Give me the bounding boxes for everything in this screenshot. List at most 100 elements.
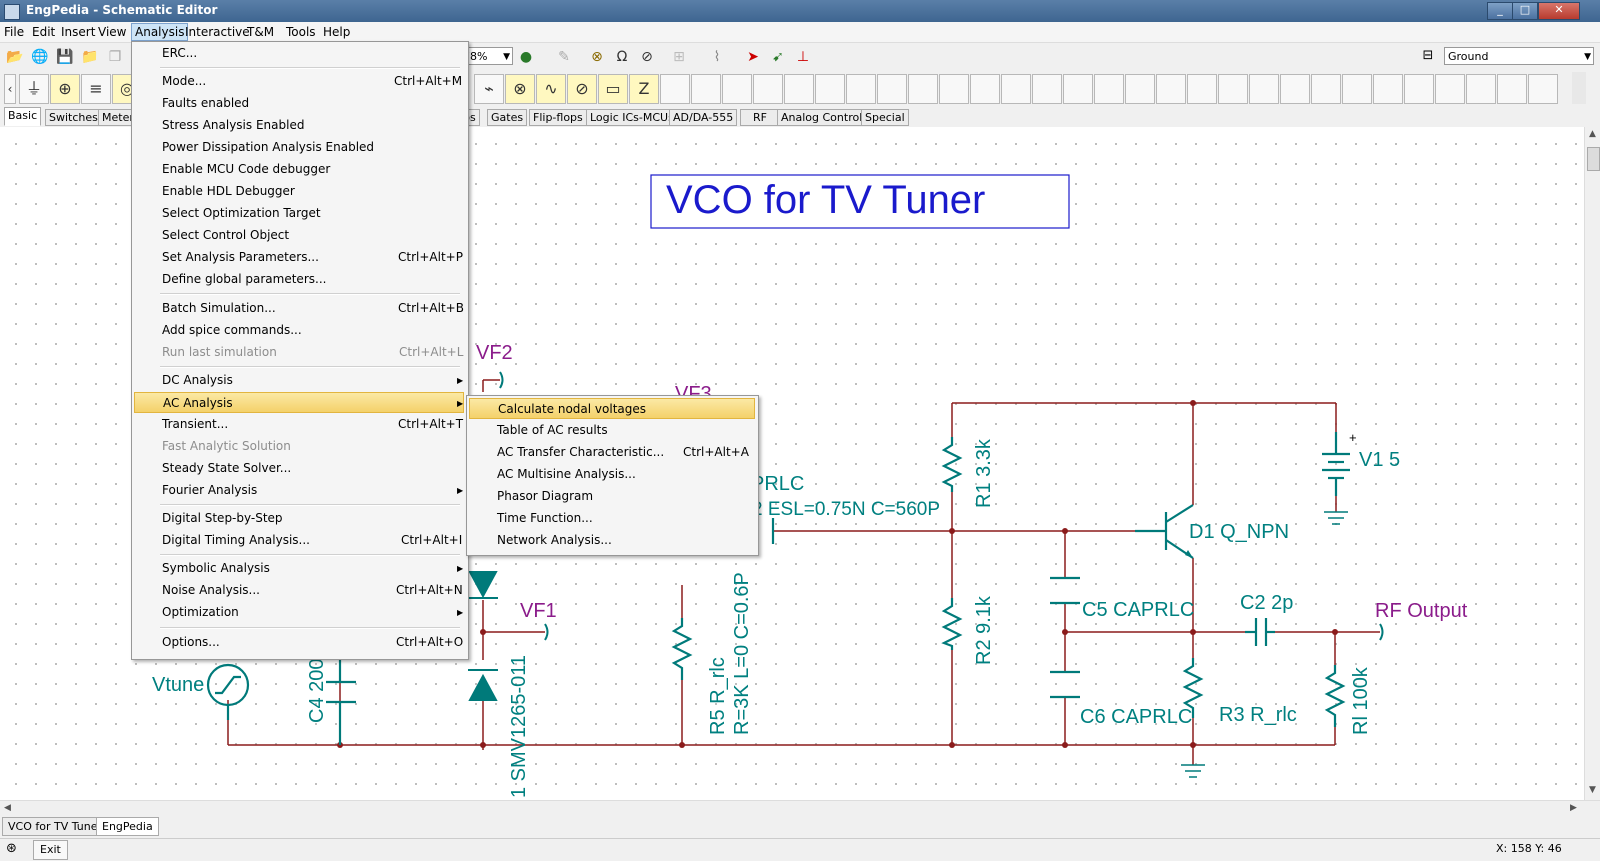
- tab-analog-control[interactable]: Analog Control: [777, 109, 867, 126]
- menu-hdl-debugger[interactable]: Enable HDL Debugger: [134, 181, 464, 202]
- trace-icon[interactable]: ➹: [767, 46, 789, 68]
- submenu-multisine[interactable]: AC Multisine Analysis...: [469, 464, 755, 485]
- battery-component-icon[interactable]: ≡: [81, 74, 111, 104]
- sine-source-icon[interactable]: ∿: [536, 74, 566, 104]
- palette-empty-5[interactable]: [784, 74, 814, 104]
- menu-noise[interactable]: Noise Analysis... Ctrl+Alt+N: [134, 580, 464, 601]
- pen-icon[interactable]: ✎: [553, 46, 575, 68]
- palette-empty-25[interactable]: [1404, 74, 1434, 104]
- scroll-up-icon[interactable]: ▲: [1589, 129, 1596, 139]
- menu-batch-simulation[interactable]: Batch Simulation... Ctrl+Alt+B: [134, 298, 464, 319]
- horizontal-scrollbar[interactable]: ◀ ▶: [0, 800, 1600, 817]
- menu-stress-analysis[interactable]: Stress Analysis Enabled: [134, 115, 464, 136]
- voltmeter-icon[interactable]: ⊗: [586, 46, 608, 68]
- grid-icon[interactable]: ⊞: [668, 46, 690, 68]
- scroll-thumb[interactable]: [1587, 147, 1600, 171]
- palette-empty-2[interactable]: [691, 74, 721, 104]
- doc-tab-engpedia[interactable]: EngPedia: [96, 817, 159, 836]
- palette-empty-14[interactable]: [1063, 74, 1093, 104]
- scroll-left-icon[interactable]: ◀: [4, 803, 11, 813]
- menu-faults-enabled[interactable]: Faults enabled: [134, 93, 464, 114]
- menu-dc-analysis[interactable]: DC Analysis ▶: [134, 370, 464, 391]
- submenu-phasor[interactable]: Phasor Diagram: [469, 486, 755, 507]
- menu-help[interactable]: Help: [320, 24, 353, 40]
- probe-icon[interactable]: ⊘: [636, 46, 658, 68]
- palette-empty-4[interactable]: [753, 74, 783, 104]
- tab-logic-ics[interactable]: Logic ICs-MCUs: [586, 109, 678, 126]
- tab-gates[interactable]: Gates: [487, 109, 528, 126]
- palette-empty-20[interactable]: [1249, 74, 1279, 104]
- status-icon[interactable]: ⊛: [6, 841, 17, 856]
- palette-empty-7[interactable]: [846, 74, 876, 104]
- menu-tm[interactable]: T&M: [244, 24, 277, 40]
- menu-transient[interactable]: Transient... Ctrl+Alt+T: [134, 414, 464, 435]
- menu-view[interactable]: View: [95, 24, 129, 40]
- palette-empty-13[interactable]: [1032, 74, 1062, 104]
- submenu-calculate-nodal[interactable]: Calculate nodal voltages: [469, 398, 755, 419]
- web-icon[interactable]: 🌐: [29, 46, 51, 68]
- palette-empty-19[interactable]: [1218, 74, 1248, 104]
- palette-empty-1[interactable]: [660, 74, 690, 104]
- menu-mcu-debugger[interactable]: Enable MCU Code debugger: [134, 159, 464, 180]
- palette-empty-28[interactable]: [1497, 74, 1527, 104]
- menu-erc[interactable]: ERC...: [134, 43, 464, 64]
- menu-optimization[interactable]: Optimization ▶: [134, 602, 464, 623]
- menu-fast-analytic[interactable]: Fast Analytic Solution: [134, 436, 464, 457]
- source-component-icon[interactable]: ⊕: [50, 74, 80, 104]
- menu-ac-analysis[interactable]: AC Analysis ▶: [134, 392, 464, 413]
- menu-mode[interactable]: Mode... Ctrl+Alt+M: [134, 71, 464, 92]
- submenu-ac-transfer[interactable]: AC Transfer Characteristic... Ctrl+Alt+A: [469, 442, 755, 463]
- doc-tab-vco[interactable]: VCO for TV Tuner: [2, 817, 109, 836]
- exit-button[interactable]: Exit: [33, 840, 68, 860]
- minimize-button[interactable]: _: [1487, 2, 1513, 20]
- menu-symbolic[interactable]: Symbolic Analysis ▶: [134, 558, 464, 579]
- palette-empty-29[interactable]: [1528, 74, 1558, 104]
- marker-icon[interactable]: ⊥: [792, 46, 814, 68]
- menu-optimization-target[interactable]: Select Optimization Target: [134, 203, 464, 224]
- tab-ad-da[interactable]: AD/DA-555: [669, 109, 738, 126]
- palette-empty-26[interactable]: [1435, 74, 1465, 104]
- menu-analysis-parameters[interactable]: Set Analysis Parameters... Ctrl+Alt+P: [134, 247, 464, 268]
- palette-empty-22[interactable]: [1311, 74, 1341, 104]
- menu-fourier[interactable]: Fourier Analysis ▶: [134, 480, 464, 501]
- impedance-component-icon[interactable]: Z: [629, 74, 659, 104]
- copy-icon[interactable]: ❐: [104, 46, 126, 68]
- submenu-ac-table[interactable]: Table of AC results: [469, 420, 755, 441]
- palette-empty-18[interactable]: [1187, 74, 1217, 104]
- fault-icon[interactable]: ➤: [742, 46, 764, 68]
- dc-analysis-icon[interactable]: ●: [515, 46, 537, 68]
- palette-left-arrow-icon[interactable]: ‹: [4, 74, 16, 104]
- vertical-scrollbar[interactable]: ▲ ▼: [1584, 127, 1600, 800]
- menu-insert[interactable]: Insert: [58, 24, 98, 40]
- ground-component-icon[interactable]: ⏚: [19, 74, 49, 104]
- menu-control-object[interactable]: Select Control Object: [134, 225, 464, 246]
- palette-empty-23[interactable]: [1342, 74, 1372, 104]
- ohm-icon[interactable]: Ω: [611, 46, 633, 68]
- menu-steady-state[interactable]: Steady State Solver...: [134, 458, 464, 479]
- palette-empty-10[interactable]: [939, 74, 969, 104]
- palette-empty-11[interactable]: [970, 74, 1000, 104]
- menu-file[interactable]: File: [1, 24, 27, 40]
- potentiometer-icon[interactable]: ⊘: [567, 74, 597, 104]
- submenu-time-function[interactable]: Time Function...: [469, 508, 755, 529]
- menu-interactive[interactable]: Interactive: [182, 24, 253, 40]
- menu-digital-timing[interactable]: Digital Timing Analysis... Ctrl+Alt+I: [134, 530, 464, 551]
- menu-spice-commands[interactable]: Add spice commands...: [134, 320, 464, 341]
- open-icon[interactable]: 📁: [79, 46, 101, 68]
- tab-switches[interactable]: Switches: [45, 109, 102, 126]
- palette-empty-17[interactable]: [1156, 74, 1186, 104]
- palette-empty-9[interactable]: [908, 74, 938, 104]
- menu-digital-step[interactable]: Digital Step-by-Step: [134, 508, 464, 529]
- ground-select[interactable]: Ground ▼: [1444, 47, 1594, 65]
- maximize-button[interactable]: □: [1512, 2, 1538, 20]
- menu-analysis[interactable]: Analysis: [131, 23, 189, 41]
- tab-special[interactable]: Special: [861, 109, 909, 126]
- palette-empty-15[interactable]: [1094, 74, 1124, 104]
- tab-rf[interactable]: RF: [740, 109, 780, 126]
- tab-flip-flops[interactable]: Flip-flops: [529, 109, 587, 126]
- palette-empty-21[interactable]: [1280, 74, 1310, 104]
- palette-empty-3[interactable]: [722, 74, 752, 104]
- palette-empty-6[interactable]: [815, 74, 845, 104]
- wire-tool-icon[interactable]: ⌇: [706, 46, 728, 68]
- menu-tools[interactable]: Tools: [283, 24, 319, 40]
